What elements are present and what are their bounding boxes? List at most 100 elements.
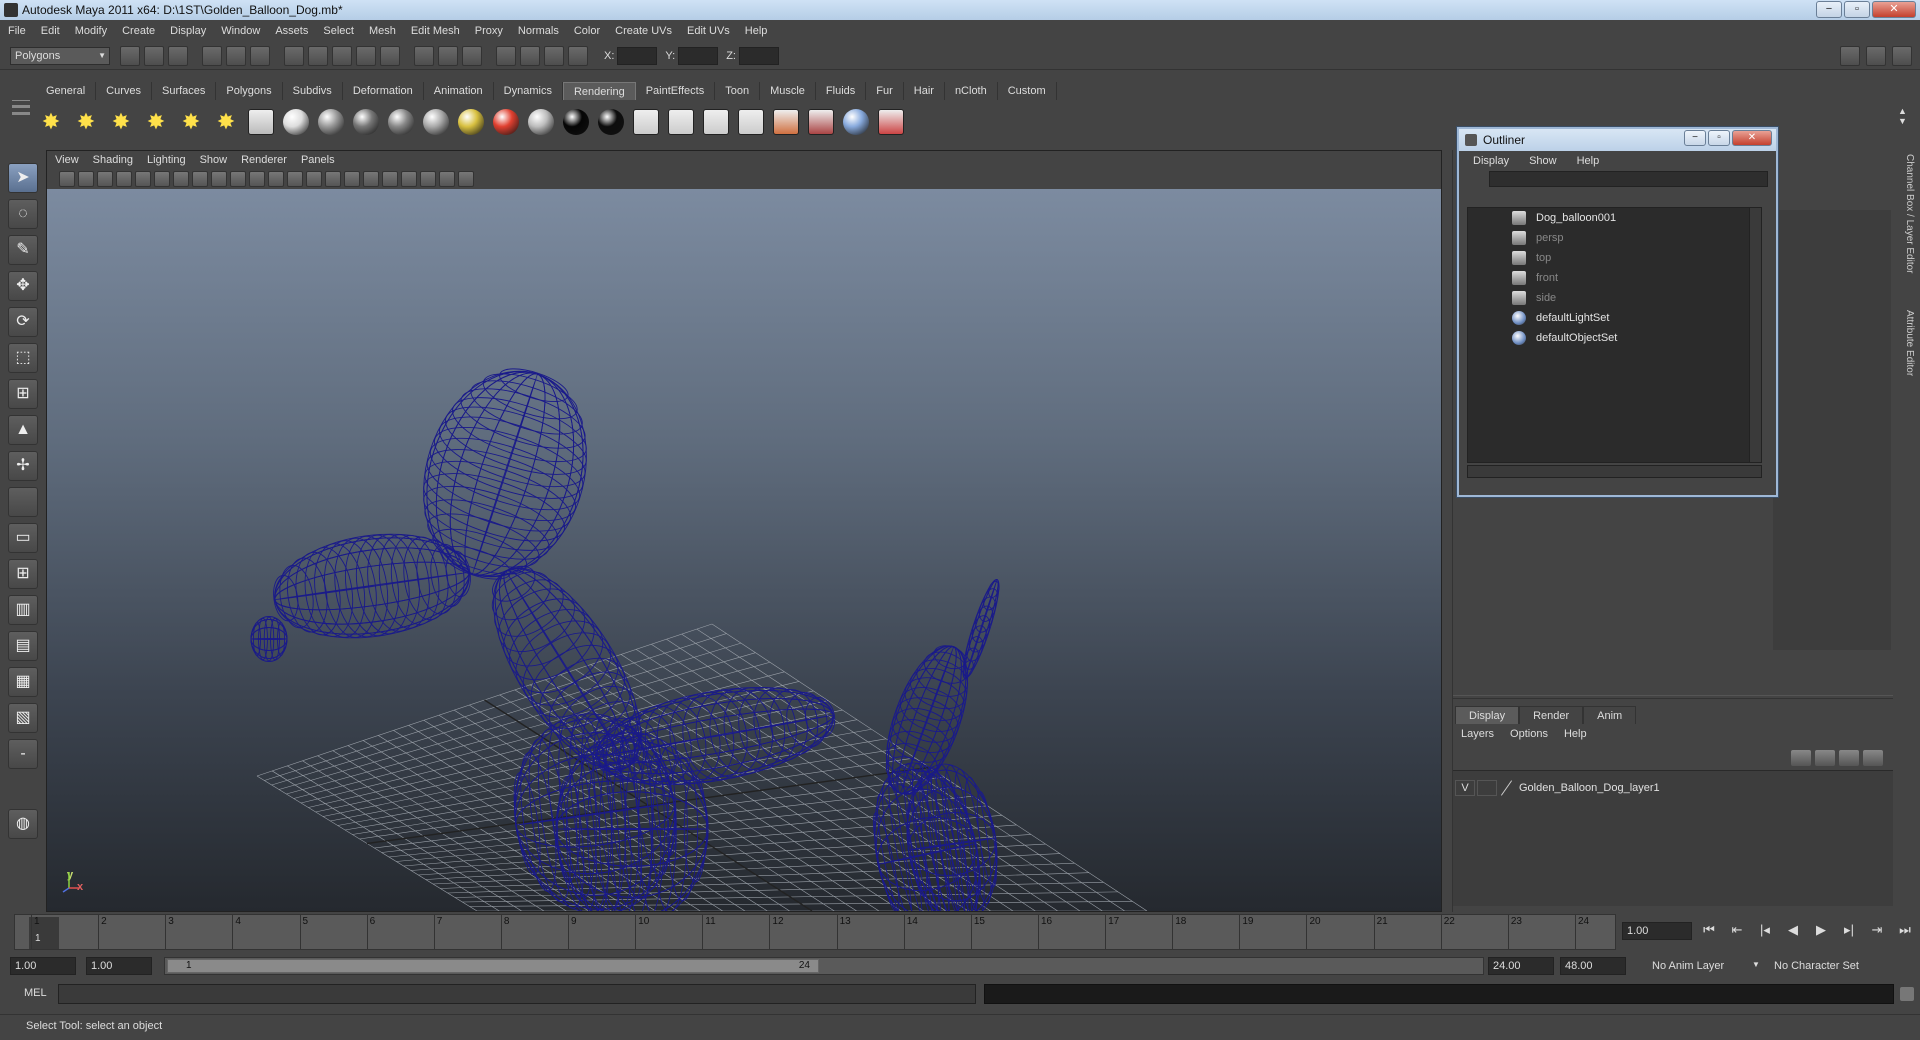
outliner-minimize-button[interactable]: −	[1684, 130, 1706, 146]
directional-light-icon[interactable]: ✸	[71, 107, 101, 137]
select-tool-icon[interactable]: ➤	[8, 163, 38, 193]
toggle-channel-box-icon[interactable]	[1840, 46, 1860, 66]
menu-create-uvs[interactable]: Create UVs	[615, 25, 672, 37]
command-input[interactable]	[58, 984, 976, 1004]
side-tab-attribute-editor[interactable]: Attribute Editor	[1899, 310, 1915, 376]
toggle-tool-settings-icon[interactable]	[1892, 46, 1912, 66]
shelf-tab-fur[interactable]: Fur	[866, 82, 904, 100]
wireframe-on-shaded-icon[interactable]	[306, 171, 322, 187]
menu-help[interactable]: Help	[745, 25, 768, 37]
outliner-close-button[interactable]: ✕	[1732, 130, 1772, 146]
layer-display-type-toggle[interactable]	[1477, 780, 1497, 796]
outliner-filter-field[interactable]	[1489, 171, 1768, 187]
layer-menu-layers[interactable]: Layers	[1461, 728, 1494, 740]
outliner-item[interactable]: top	[1468, 248, 1761, 268]
scene-view[interactable]	[47, 189, 1441, 911]
snap-plane-icon[interactable]	[356, 45, 376, 66]
shelf-tab-painteffects[interactable]: PaintEffects	[636, 82, 716, 100]
menu-edit[interactable]: Edit	[41, 25, 60, 37]
outliner-vertical-scrollbar[interactable]	[1749, 208, 1761, 462]
render-frame-icon[interactable]	[496, 45, 516, 66]
select-hierarchy-icon[interactable]	[202, 45, 222, 66]
anim-layer-dropdown-arrow[interactable]: ▼	[1752, 960, 1760, 969]
shelf-tab-muscle[interactable]: Muscle	[760, 82, 816, 100]
make-live-icon[interactable]	[380, 45, 400, 66]
x-field[interactable]	[617, 46, 658, 65]
render-view-icon[interactable]	[633, 109, 659, 135]
field-chart-icon[interactable]	[192, 171, 208, 187]
paint-canvas-icon[interactable]	[878, 109, 904, 135]
input-ops-icon[interactable]	[414, 45, 434, 66]
safe-title-icon[interactable]	[230, 171, 246, 187]
layer-tab-display[interactable]: Display	[1455, 706, 1520, 724]
render-settings-icon[interactable]	[544, 45, 564, 66]
viewport-menu-show[interactable]: Show	[200, 154, 228, 166]
xray-components-icon[interactable]	[458, 171, 474, 187]
shelf-tab-animation[interactable]: Animation	[424, 82, 494, 100]
area-light-icon[interactable]: ✸	[176, 107, 206, 137]
play-forwards-icon[interactable]: ▶	[1812, 922, 1830, 938]
outliner-item[interactable]: defaultObjectSet	[1468, 328, 1761, 348]
last-tool-icon[interactable]	[8, 487, 38, 517]
soft-mod-icon[interactable]: ▲	[8, 415, 38, 445]
single-perspective-layout-icon[interactable]: ▭	[8, 523, 38, 553]
command-language-toggle[interactable]: MEL	[24, 987, 47, 999]
bookmark-icon[interactable]	[78, 171, 94, 187]
layer-menu-options[interactable]: Options	[1510, 728, 1548, 740]
menu-file[interactable]: File	[8, 25, 26, 37]
scale-tool-icon[interactable]: ⬚	[8, 343, 38, 373]
animation-start-time-field[interactable]: 1.00	[10, 957, 76, 975]
output-ops-icon[interactable]	[438, 45, 458, 66]
menu-create[interactable]: Create	[122, 25, 155, 37]
layered-shader-icon[interactable]	[493, 109, 519, 135]
move-layer-up-icon[interactable]	[1791, 750, 1811, 766]
menu-window[interactable]: Window	[221, 25, 260, 37]
outliner-item[interactable]: persp	[1468, 228, 1761, 248]
outliner-item[interactable]: front	[1468, 268, 1761, 288]
shelf-tab-rendering[interactable]: Rendering	[562, 82, 636, 100]
textured-icon[interactable]	[325, 171, 341, 187]
menu-select[interactable]: Select	[323, 25, 354, 37]
outliner-item[interactable]: defaultLightSet	[1468, 308, 1761, 328]
mental-ray-icon[interactable]	[843, 109, 869, 135]
head-balloon[interactable]	[398, 349, 613, 599]
go-to-start-icon[interactable]: ⏮	[1700, 922, 1718, 938]
select-component-icon[interactable]	[250, 45, 270, 66]
side-tab-channel-box[interactable]: Channel Box / Layer Editor	[1899, 154, 1915, 274]
universal-manip-icon[interactable]: ⊞	[8, 379, 38, 409]
step-forward-frame-icon[interactable]: ▸|	[1840, 922, 1858, 938]
animation-end-time-field[interactable]: 48.00	[1560, 957, 1626, 975]
render-settings-icon[interactable]	[773, 109, 799, 135]
outliner-horizontal-scrollbar[interactable]	[1467, 465, 1762, 478]
ipr-render-icon[interactable]	[520, 45, 540, 66]
shelf-tab-subdivs[interactable]: Subdivs	[283, 82, 343, 100]
character-set-dropdown[interactable]: No Character Set	[1770, 957, 1880, 975]
xray-icon[interactable]	[401, 171, 417, 187]
viewport-menu-panels[interactable]: Panels	[301, 154, 335, 166]
persp-graph-hyper-layout-icon[interactable]: ▧	[8, 703, 38, 733]
shelf-menu-handle[interactable]	[12, 94, 30, 134]
menu-mesh[interactable]: Mesh	[369, 25, 396, 37]
save-scene-icon[interactable]	[168, 45, 188, 66]
quick-layout-icon[interactable]: ◍	[8, 809, 38, 839]
toggle-attribute-editor-icon[interactable]	[1866, 46, 1886, 66]
panel-separator[interactable]	[1453, 695, 1893, 699]
blinn-sphere-icon[interactable]	[318, 109, 344, 135]
volume-light-icon[interactable]: ✸	[211, 107, 241, 137]
viewport-canvas[interactable]: y x	[47, 189, 1441, 911]
collapse-toolbox-icon[interactable]: -	[8, 739, 38, 769]
time-slider[interactable]: 1 1 2 3 4 5 6 7 8 9 10 11 12 13 14 15 16 17 18 19 20 21 22 23 2…	[14, 914, 1616, 950]
surface-shader-icon[interactable]	[528, 109, 554, 135]
wireframe-icon[interactable]	[249, 171, 265, 187]
menu-normals[interactable]: Normals	[518, 25, 559, 37]
render-current-icon[interactable]	[668, 109, 694, 135]
layer-tab-render[interactable]: Render	[1519, 706, 1584, 724]
hypershade-icon[interactable]	[248, 109, 274, 135]
shelf-tab-hair[interactable]: Hair	[904, 82, 945, 100]
ambient-light-icon[interactable]: ✸	[36, 107, 66, 137]
use-background-icon[interactable]	[563, 109, 589, 135]
step-back-frame-icon[interactable]: |◂	[1756, 922, 1774, 938]
menu-edit-uvs[interactable]: Edit UVs	[687, 25, 730, 37]
outliner-menu-help[interactable]: Help	[1577, 155, 1600, 167]
layer-visibility-toggle[interactable]: V	[1455, 780, 1475, 796]
